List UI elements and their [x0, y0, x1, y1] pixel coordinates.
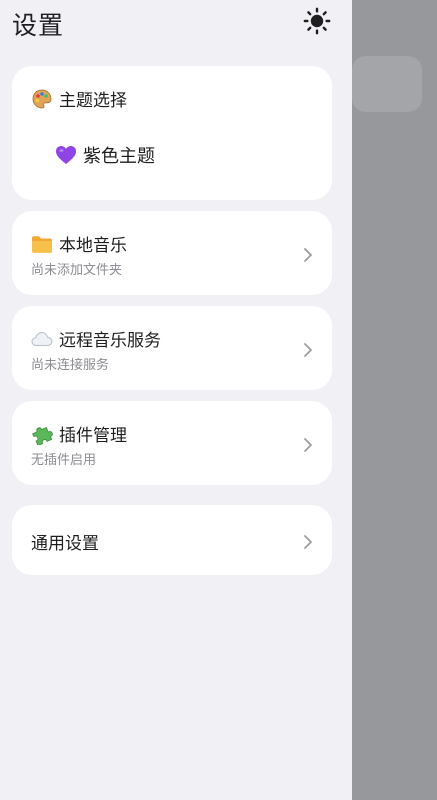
palette-icon: [31, 88, 53, 110]
theme-option-purple[interactable]: 紫色主题: [55, 142, 155, 168]
background-search-bar: [352, 56, 422, 112]
menu-item-subtitle: 尚未连接服务: [31, 358, 110, 373]
folder-icon: [31, 233, 53, 255]
menu-item-local-music[interactable]: 本地音乐 尚未添加文件夹: [12, 211, 332, 295]
header: 设置: [12, 0, 332, 46]
menu-item-plugins[interactable]: 插件管理 无插件启用: [12, 401, 332, 485]
menu-item-subtitle: 无插件启用: [31, 453, 97, 468]
menu-item-title: 通用设置: [31, 529, 99, 554]
page-title: 设置: [12, 11, 65, 40]
theme-option-label: 紫色主题: [83, 146, 155, 167]
app-root: 设置 主题选择 紫色主题 本地音乐 尚未添加文件夹 远程音乐服务 尚未连接服务 …: [0, 0, 437, 800]
menu-item-remote-music[interactable]: 远程音乐服务 尚未连接服务: [12, 306, 332, 390]
menu-item-subtitle: 尚未添加文件夹: [31, 263, 123, 278]
menu-item-label: 插件管理: [59, 426, 127, 446]
menu-item-label: 本地音乐: [59, 236, 127, 256]
menu-item-label: 通用设置: [31, 534, 99, 554]
menu-item-title: 插件管理: [31, 421, 127, 446]
menu-item-label: 远程音乐服务: [59, 331, 161, 351]
menu-item-title: 本地音乐: [31, 231, 127, 256]
chevron-right-icon: [304, 343, 312, 357]
chevron-right-icon: [304, 535, 312, 549]
cloud-icon: [31, 328, 53, 350]
purple-heart-icon: [55, 144, 77, 166]
menu-item-general-settings[interactable]: 通用设置: [12, 505, 332, 575]
settings-drawer: 设置 主题选择 紫色主题 本地音乐 尚未添加文件夹 远程音乐服务 尚未连接服务 …: [0, 0, 352, 800]
sun-icon: [303, 7, 331, 35]
chevron-right-icon: [304, 248, 312, 262]
theme-card-title: 主题选择: [31, 86, 127, 111]
theme-toggle-button[interactable]: [302, 6, 332, 36]
menu-item-title: 远程音乐服务: [31, 326, 161, 351]
puzzle-icon: [31, 423, 53, 445]
theme-card: 主题选择 紫色主题: [12, 66, 332, 200]
chevron-right-icon: [304, 438, 312, 452]
theme-card-title-label: 主题选择: [59, 91, 127, 111]
